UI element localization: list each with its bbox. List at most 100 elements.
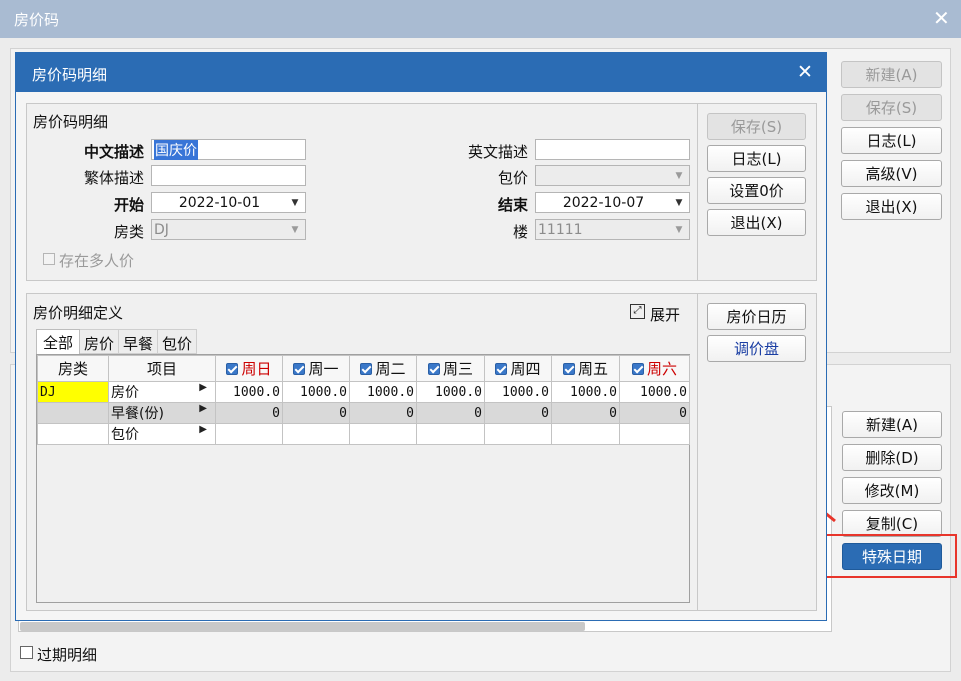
package-label: 包价 (497, 169, 528, 187)
trad-desc-field[interactable] (151, 165, 306, 186)
checkbox-icon[interactable] (562, 363, 575, 375)
price-adjust-button[interactable]: 调价盘 (707, 335, 806, 362)
checkbox-icon[interactable] (495, 363, 508, 375)
breakfast-cell[interactable]: 0 (484, 402, 552, 424)
package-cell[interactable] (551, 423, 620, 445)
price-cell[interactable]: 1000.0 (282, 381, 350, 403)
en-desc-field[interactable] (535, 139, 690, 160)
package-cell[interactable] (484, 423, 552, 445)
item-cell[interactable]: 早餐(份) ▶ (108, 402, 216, 424)
tab-package[interactable]: 包价 (158, 329, 198, 354)
lower-delete-button[interactable]: 删除(D) (842, 444, 942, 471)
package-cell[interactable] (619, 423, 690, 445)
package-cell[interactable] (215, 423, 283, 445)
checkbox-icon[interactable] (427, 363, 440, 375)
expired-detail-checkbox[interactable] (20, 646, 33, 659)
outer-advanced-button[interactable]: 高级(V) (841, 160, 942, 187)
breakfast-cell[interactable]: 0 (215, 402, 283, 424)
breakfast-cell[interactable]: 0 (551, 402, 620, 424)
col-sat[interactable]: 周六 (619, 355, 690, 382)
tab-room-price[interactable]: 房价 (80, 329, 120, 354)
log-button[interactable]: 日志(L) (707, 145, 806, 172)
col-room-type[interactable]: 房类 (37, 355, 109, 382)
checkbox-icon[interactable] (226, 363, 239, 375)
play-icon: ▶ (199, 424, 207, 436)
outer-save-button[interactable]: 保存(S) (841, 94, 942, 121)
lower-copy-button[interactable]: 复制(C) (842, 510, 942, 537)
table-row[interactable]: 早餐(份) ▶ 0 0 0 0 0 0 0 (37, 402, 690, 424)
horizontal-scrollbar[interactable] (20, 622, 585, 631)
play-icon: ▶ (199, 403, 207, 415)
col-item[interactable]: 项目 (108, 355, 216, 382)
outer-log-button[interactable]: 日志(L) (841, 127, 942, 154)
chevron-down-icon[interactable]: ▼ (285, 220, 305, 239)
dialog-close-icon[interactable]: ✕ (797, 61, 813, 83)
room-type-cell[interactable] (37, 423, 109, 445)
outer-new-button[interactable]: 新建(A) (841, 61, 942, 88)
cn-desc-value: 国庆价 (154, 139, 198, 160)
start-date-combo[interactable]: 2022-10-01 ▼ (151, 192, 306, 213)
checkbox-icon[interactable] (631, 363, 644, 375)
expired-detail-label: 过期明细 (37, 646, 98, 664)
grid-header-row: 房类 项目 周日 周一 周二 周三 周四 周五 周六 (37, 355, 690, 382)
building-combo[interactable]: 11111 ▼ (535, 219, 690, 240)
item-cell[interactable]: 房价 ▶ (108, 381, 216, 403)
table-row[interactable]: DJ 房价 ▶ 1000.0 1000.0 1000.0 1000.0 1000.… (37, 381, 690, 403)
col-thu[interactable]: 周四 (484, 355, 552, 382)
room-type-label: 房类 (113, 223, 144, 241)
lower-edit-button[interactable]: 修改(M) (842, 477, 942, 504)
room-type-cell[interactable] (37, 402, 109, 424)
save-button[interactable]: 保存(S) (707, 113, 806, 140)
price-cell[interactable]: 1000.0 (551, 381, 620, 403)
price-cell[interactable]: 1000.0 (349, 381, 417, 403)
breakfast-cell[interactable]: 0 (282, 402, 350, 424)
close-icon[interactable]: ✕ (933, 6, 950, 30)
package-cell[interactable] (416, 423, 485, 445)
col-fri[interactable]: 周五 (551, 355, 620, 382)
building-label: 楼 (512, 223, 528, 241)
outer-title-bar: 房价码 ✕ (0, 0, 961, 38)
play-icon: ▶ (199, 382, 207, 394)
breakfast-cell[interactable]: 0 (349, 402, 417, 424)
tab-all[interactable]: 全部 (36, 329, 81, 355)
expand-label[interactable]: 展开 (650, 304, 680, 325)
price-calendar-button[interactable]: 房价日历 (707, 303, 806, 330)
chevron-down-icon[interactable]: ▼ (669, 220, 689, 239)
chevron-down-icon[interactable]: ▼ (285, 193, 305, 212)
breakfast-cell[interactable]: 0 (416, 402, 485, 424)
checkbox-icon[interactable] (293, 363, 306, 375)
breakfast-cell[interactable]: 0 (619, 402, 690, 424)
package-cell[interactable] (282, 423, 350, 445)
room-type-cell[interactable]: DJ (37, 381, 109, 403)
table-row[interactable]: 包价 ▶ (37, 423, 690, 445)
price-cell[interactable]: 1000.0 (416, 381, 485, 403)
multi-person-checkbox[interactable] (43, 253, 55, 265)
set-zero-price-button[interactable]: 设置0价 (707, 177, 806, 204)
price-cell[interactable]: 1000.0 (215, 381, 283, 403)
price-grid: 房类 项目 周日 周一 周二 周三 周四 周五 周六 DJ 房价 ▶ 1000.0… (36, 354, 690, 603)
package-cell[interactable] (349, 423, 417, 445)
tab-breakfast[interactable]: 早餐 (119, 329, 159, 354)
expand-icon[interactable]: ⤢ (630, 304, 645, 319)
cn-desc-label: 中文描述 (83, 143, 144, 161)
start-label: 开始 (113, 196, 144, 214)
outer-exit-button[interactable]: 退出(X) (841, 193, 942, 220)
lower-new-button[interactable]: 新建(A) (842, 411, 942, 438)
checkbox-icon[interactable] (360, 363, 373, 375)
chevron-down-icon[interactable]: ▼ (669, 193, 689, 212)
end-date-combo[interactable]: 2022-10-07 ▼ (535, 192, 690, 213)
cn-desc-field[interactable]: 国庆价 (151, 139, 306, 160)
exit-button[interactable]: 退出(X) (707, 209, 806, 236)
room-type-combo[interactable]: DJ ▼ (151, 219, 306, 240)
package-combo[interactable]: ▼ (535, 165, 690, 186)
col-mon[interactable]: 周一 (282, 355, 350, 382)
col-tue[interactable]: 周二 (349, 355, 417, 382)
col-sun[interactable]: 周日 (215, 355, 283, 382)
price-cell[interactable]: 1000.0 (484, 381, 552, 403)
outer-window-title: 房价码 (14, 11, 60, 29)
chevron-down-icon[interactable]: ▼ (669, 166, 689, 185)
building-value: 11111 (538, 221, 583, 238)
price-cell[interactable]: 1000.0 (619, 381, 690, 403)
col-wed[interactable]: 周三 (416, 355, 485, 382)
item-cell[interactable]: 包价 ▶ (108, 423, 216, 445)
